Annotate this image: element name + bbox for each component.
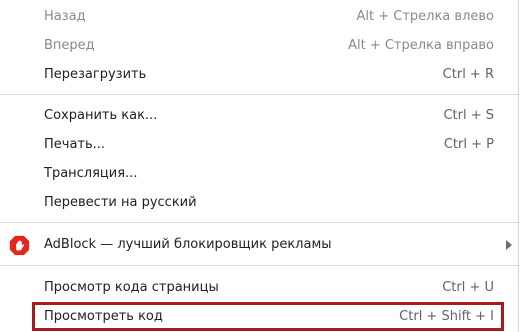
menu-separator: [0, 222, 518, 223]
menu-item-forward-shortcut: Alt + Стрелка вправо: [348, 38, 494, 53]
menu-item-save-as[interactable]: Сохранить как... Ctrl + S: [0, 102, 518, 131]
menu-item-translate[interactable]: Перевести на русский: [0, 189, 518, 218]
menu-item-back[interactable]: Назад Alt + Стрелка влево: [0, 3, 518, 32]
menu-item-adblock-label: AdBlock — лучший блокировщик рекламы: [44, 237, 332, 252]
adblock-icon: [9, 235, 30, 256]
menu-item-view-source[interactable]: Просмотр кода страницы Ctrl + U: [0, 274, 518, 303]
menu-item-reload-label: Перезагрузить: [44, 67, 147, 82]
menu-item-print-label: Печать...: [44, 137, 106, 152]
menu-item-reload-shortcut: Ctrl + R: [442, 67, 494, 82]
menu-item-back-label: Назад: [44, 9, 86, 24]
menu-item-back-shortcut: Alt + Стрелка влево: [356, 9, 494, 24]
menu-item-adblock[interactable]: AdBlock — лучший блокировщик рекламы: [0, 231, 518, 260]
submenu-arrow-icon: [506, 240, 512, 250]
menu-item-forward-label: Вперед: [44, 38, 95, 53]
menu-separator: [0, 265, 518, 266]
menu-item-translate-label: Перевести на русский: [44, 195, 197, 210]
menu-item-view-source-label: Просмотр кода страницы: [44, 280, 219, 295]
menu-item-forward[interactable]: Вперед Alt + Стрелка вправо: [0, 32, 518, 61]
menu-item-inspect-label: Просмотреть код: [44, 309, 163, 324]
menu-separator: [0, 94, 518, 95]
menu-item-view-source-shortcut: Ctrl + U: [442, 280, 494, 295]
menu-item-reload[interactable]: Перезагрузить Ctrl + R: [0, 61, 518, 90]
menu-item-print-shortcut: Ctrl + P: [443, 137, 494, 152]
menu-item-cast-label: Трансляция...: [44, 166, 138, 181]
context-menu: Назад Alt + Стрелка влево Вперед Alt + С…: [0, 0, 519, 332]
menu-item-print[interactable]: Печать... Ctrl + P: [0, 131, 518, 160]
menu-item-save-as-label: Сохранить как...: [44, 108, 158, 123]
menu-item-save-as-shortcut: Ctrl + S: [443, 108, 494, 123]
menu-item-inspect-shortcut: Ctrl + Shift + I: [399, 309, 494, 324]
menu-item-cast[interactable]: Трансляция...: [0, 160, 518, 189]
menu-item-inspect[interactable]: Просмотреть код Ctrl + Shift + I: [0, 303, 518, 332]
